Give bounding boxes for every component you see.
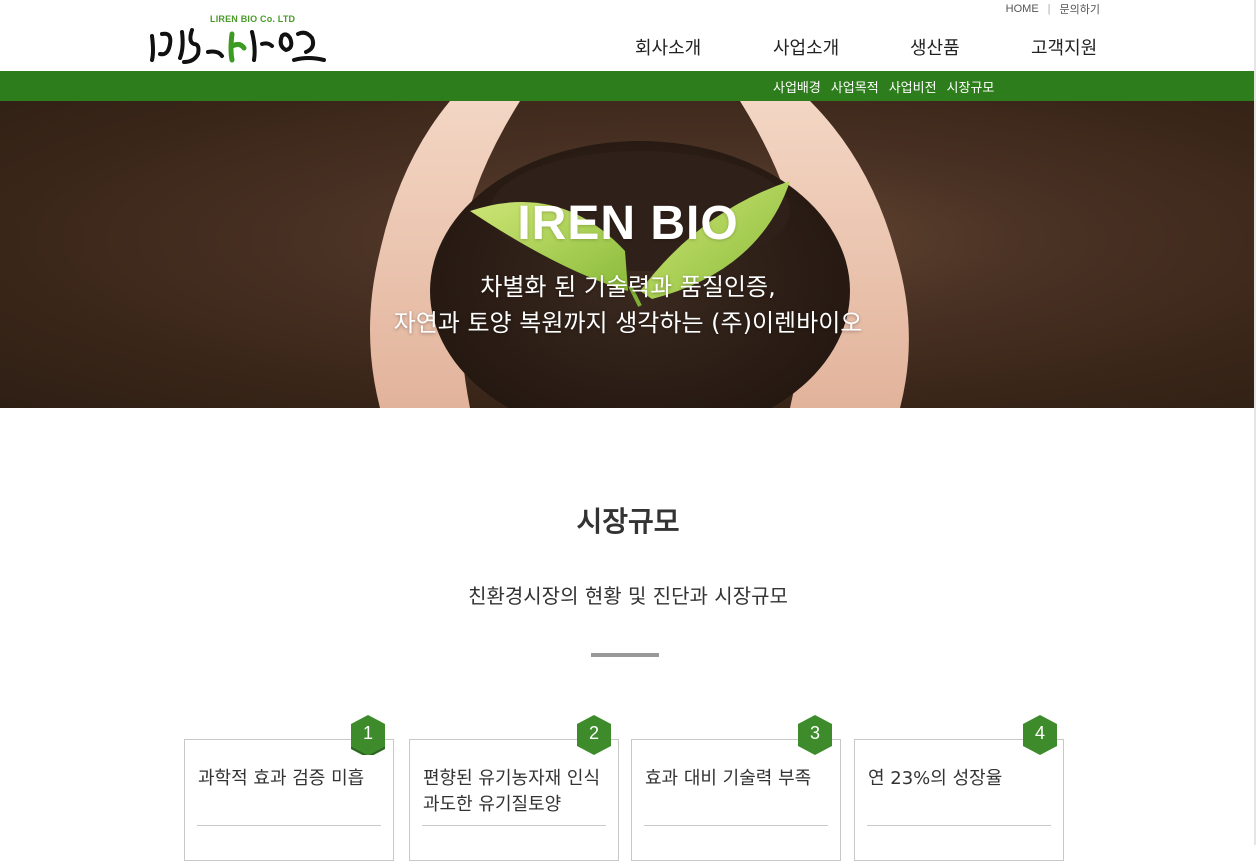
card-number-badge-3: 3 — [798, 715, 832, 755]
hero-tagline-1: 차별화 된 기술력과 품질인증, — [480, 273, 776, 301]
section-title: 시장규모 — [576, 505, 680, 538]
card-divider — [867, 825, 1051, 826]
nav-item-company[interactable]: 회사소개 — [635, 34, 701, 60]
site-header: LIREN BIO Co. LTD HOME | 문의하기 회사소개 사업소개 … — [0, 0, 1256, 71]
card-divider — [197, 825, 381, 826]
utility-links: HOME | 문의하기 — [1006, 1, 1100, 17]
subnav-item-background[interactable]: 사업배경 — [773, 77, 821, 96]
market-card-2: 편향된 유기농자재 인식 과도한 유기질토양 — [409, 739, 619, 861]
main-nav: 회사소개 사업소개 생산품 고객지원 — [0, 34, 1256, 62]
util-divider: | — [1047, 3, 1051, 15]
nav-item-support[interactable]: 고객지원 — [1031, 34, 1097, 60]
hands-soil-sprout-image — [370, 101, 909, 408]
market-card-1: 과학적 효과 검증 미흡 — [184, 739, 394, 861]
card-text: 연 23%의 성장율 — [868, 768, 1003, 789]
badge-number: 3 — [809, 723, 820, 743]
contact-link[interactable]: 문의하기 — [1060, 1, 1100, 17]
section-divider — [591, 653, 659, 657]
subnav-item-vision[interactable]: 사업비전 — [889, 77, 937, 96]
subnav-item-purpose[interactable]: 사업목적 — [831, 77, 879, 96]
nav-item-products[interactable]: 생산품 — [910, 34, 960, 60]
card-text: 효과 대비 기술력 부족 — [645, 768, 812, 789]
card-divider — [644, 825, 828, 826]
badge-number: 1 — [362, 723, 373, 743]
badge-number: 2 — [588, 723, 599, 743]
sub-nav-bar: 사업배경 사업목적 사업비전 시장규모 — [0, 71, 1256, 101]
card-text: 과학적 효과 검증 미흡 — [198, 768, 365, 789]
nav-item-business[interactable]: 사업소개 — [773, 34, 839, 60]
hero-banner: IREN BIO 차별화 된 기술력과 품질인증, 자연과 토양 복원까지 생각… — [0, 101, 1256, 408]
home-link[interactable]: HOME — [1006, 3, 1039, 15]
market-card-3: 효과 대비 기술력 부족 — [631, 739, 841, 861]
section-subtitle: 친환경시장의 현황 및 진단과 시장규모 — [468, 584, 788, 608]
market-card-4: 연 23%의 성장율 — [854, 739, 1064, 861]
badge-number: 4 — [1034, 723, 1045, 743]
subnav-item-market-size[interactable]: 시장규모 — [947, 77, 995, 96]
card-number-badge-2: 2 — [577, 715, 611, 755]
hero-title: IREN BIO — [517, 197, 739, 250]
card-divider — [422, 825, 606, 826]
card-number-badge-4: 4 — [1023, 715, 1057, 755]
card-text: 편향된 유기농자재 인식 과도한 유기질토양 — [423, 768, 601, 815]
card-number-badge-1: 1 — [351, 715, 385, 755]
hero-tagline-2: 자연과 토양 복원까지 생각하는 (주)이렌바이오 — [393, 309, 863, 337]
